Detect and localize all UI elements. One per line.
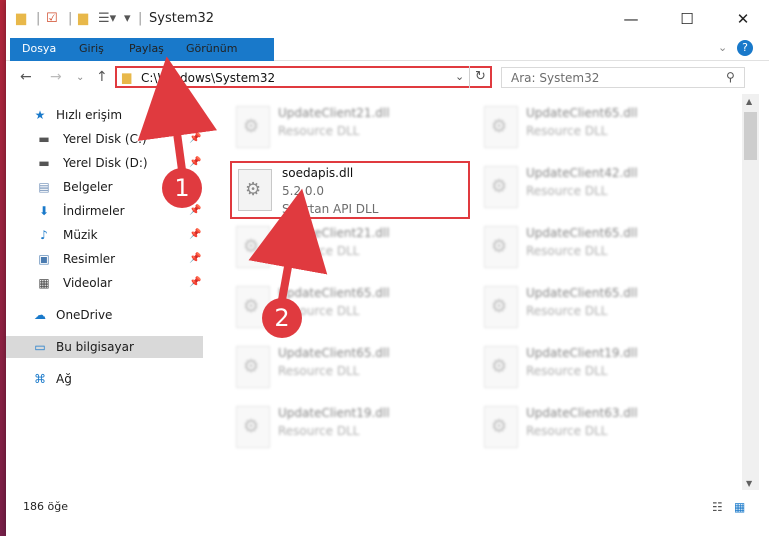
step-badge-2: 2	[262, 298, 302, 338]
step-badge-1: 1	[162, 168, 202, 208]
arrow-2	[248, 188, 328, 301]
annotation-arrows	[137, 56, 328, 301]
arrow-1	[137, 56, 217, 171]
